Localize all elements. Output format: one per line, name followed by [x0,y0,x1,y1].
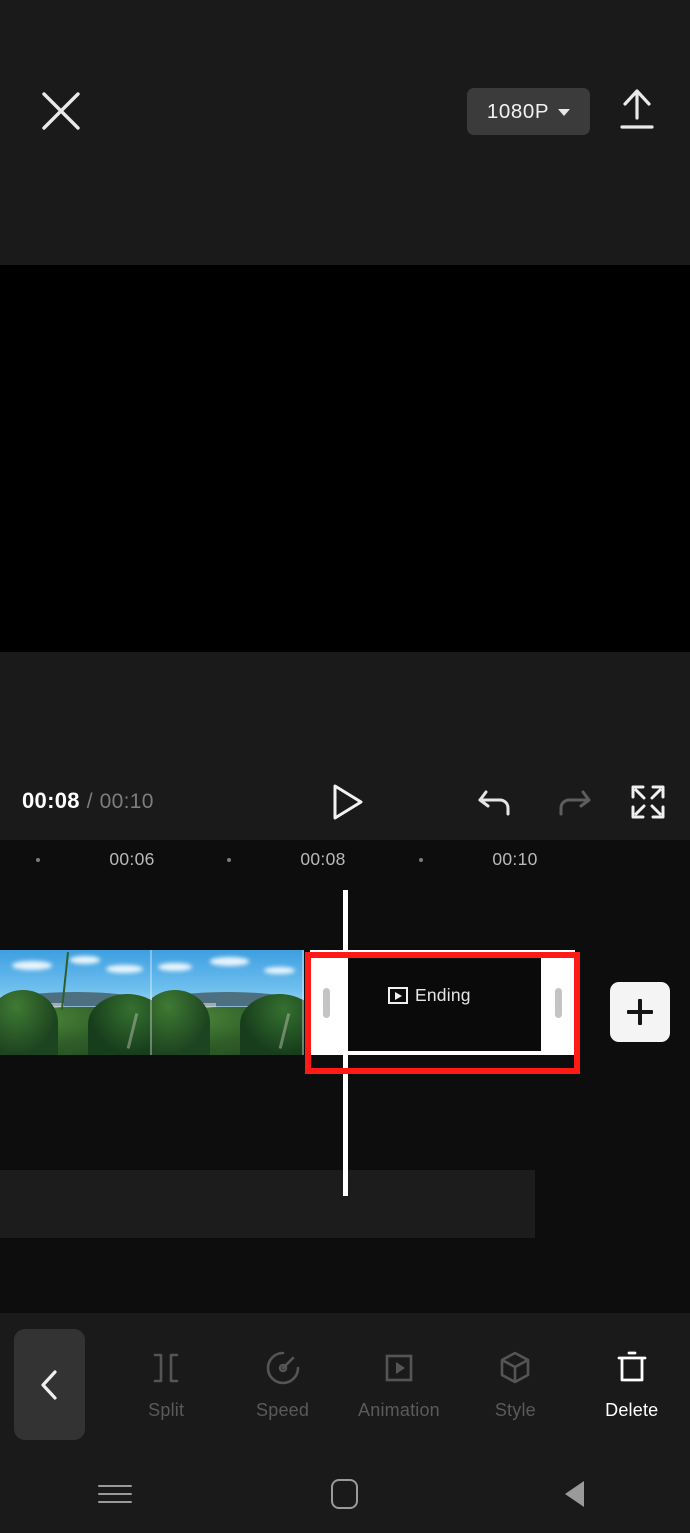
timeline-ruler[interactable]: 00:06 00:08 00:10 [0,840,690,885]
toolbar-items: Split Speed Animation Style Delete [108,1313,690,1455]
current-time: 00:08 [22,788,80,813]
nav-back-button[interactable] [460,1481,690,1507]
clip-thumbnail [0,950,152,1055]
toolbar-label-split: Split [148,1400,185,1420]
play-in-square-icon [381,1347,417,1389]
chevron-down-icon [558,109,571,116]
trim-handle-right-icon[interactable] [555,987,562,1018]
ending-clip-body: Ending [344,954,541,1051]
plus-icon [638,999,642,1025]
fullscreen-button[interactable] [630,784,666,820]
playhead-indicator[interactable] [343,890,348,1196]
ruler-tick-dot [36,858,40,862]
toolbar-back-button[interactable] [14,1329,85,1440]
back-triangle-icon [565,1481,585,1507]
android-nav-bar [0,1455,690,1533]
toolbar-item-animation[interactable]: Animation [351,1347,447,1421]
clip-thumbnail [152,950,304,1055]
cube-icon [496,1347,534,1389]
trash-can-icon [614,1347,650,1389]
export-icon[interactable] [613,84,661,136]
ending-clip[interactable]: Ending [310,950,575,1055]
nav-recents-button[interactable] [0,1479,230,1509]
nav-home-button[interactable] [230,1479,460,1509]
home-square-icon [331,1479,359,1509]
trim-handle-left-icon[interactable] [323,987,330,1018]
time-display: 00:08 / 00:10 [22,788,154,814]
toolbar-label-delete: Delete [605,1400,659,1420]
close-icon[interactable] [38,88,84,134]
split-brackets-icon [148,1347,184,1389]
play-button[interactable] [329,783,365,821]
toolbar-label-speed: Speed [256,1400,310,1420]
ending-clip-label-group: Ending [388,985,471,1006]
resolution-dropdown[interactable]: 1080P [467,88,590,135]
toolbar-label-animation: Animation [358,1400,440,1420]
top-header-bar: 1080P [0,0,690,265]
speedometer-icon [264,1347,302,1389]
play-in-square-icon [388,987,408,1004]
toolbar-label-style: Style [494,1400,536,1420]
ruler-label: 00:08 [300,849,346,869]
ruler-label: 00:10 [492,849,538,869]
ruler-tick-dot [419,858,423,862]
video-preview-canvas[interactable] [0,265,690,652]
resolution-label: 1080P [486,99,550,123]
redo-button[interactable] [553,782,593,822]
toolbar-item-style[interactable]: Style [467,1347,563,1421]
secondary-track[interactable] [0,1170,535,1238]
ruler-tick-dot [227,858,231,862]
video-clip[interactable] [0,950,305,1055]
add-clip-button[interactable] [610,982,670,1042]
menu-lines-icon [97,1479,132,1509]
toolbar-item-speed[interactable]: Speed [235,1347,331,1421]
undo-button[interactable] [476,782,516,822]
toolbar-item-delete[interactable]: Delete [584,1347,680,1421]
editing-toolbar: Split Speed Animation Style Delete [0,1313,690,1455]
toolbar-item-split[interactable]: Split [118,1347,214,1421]
ending-clip-label: Ending [415,985,471,1005]
time-separator: / [86,790,93,813]
video-editor-screen: 1080P 00:08 / 00:10 00:06 00:08 00:10 En… [0,0,690,1533]
ruler-label: 00:06 [109,849,155,869]
chevron-left-icon [40,1369,57,1400]
total-time: 00:10 [99,790,154,813]
